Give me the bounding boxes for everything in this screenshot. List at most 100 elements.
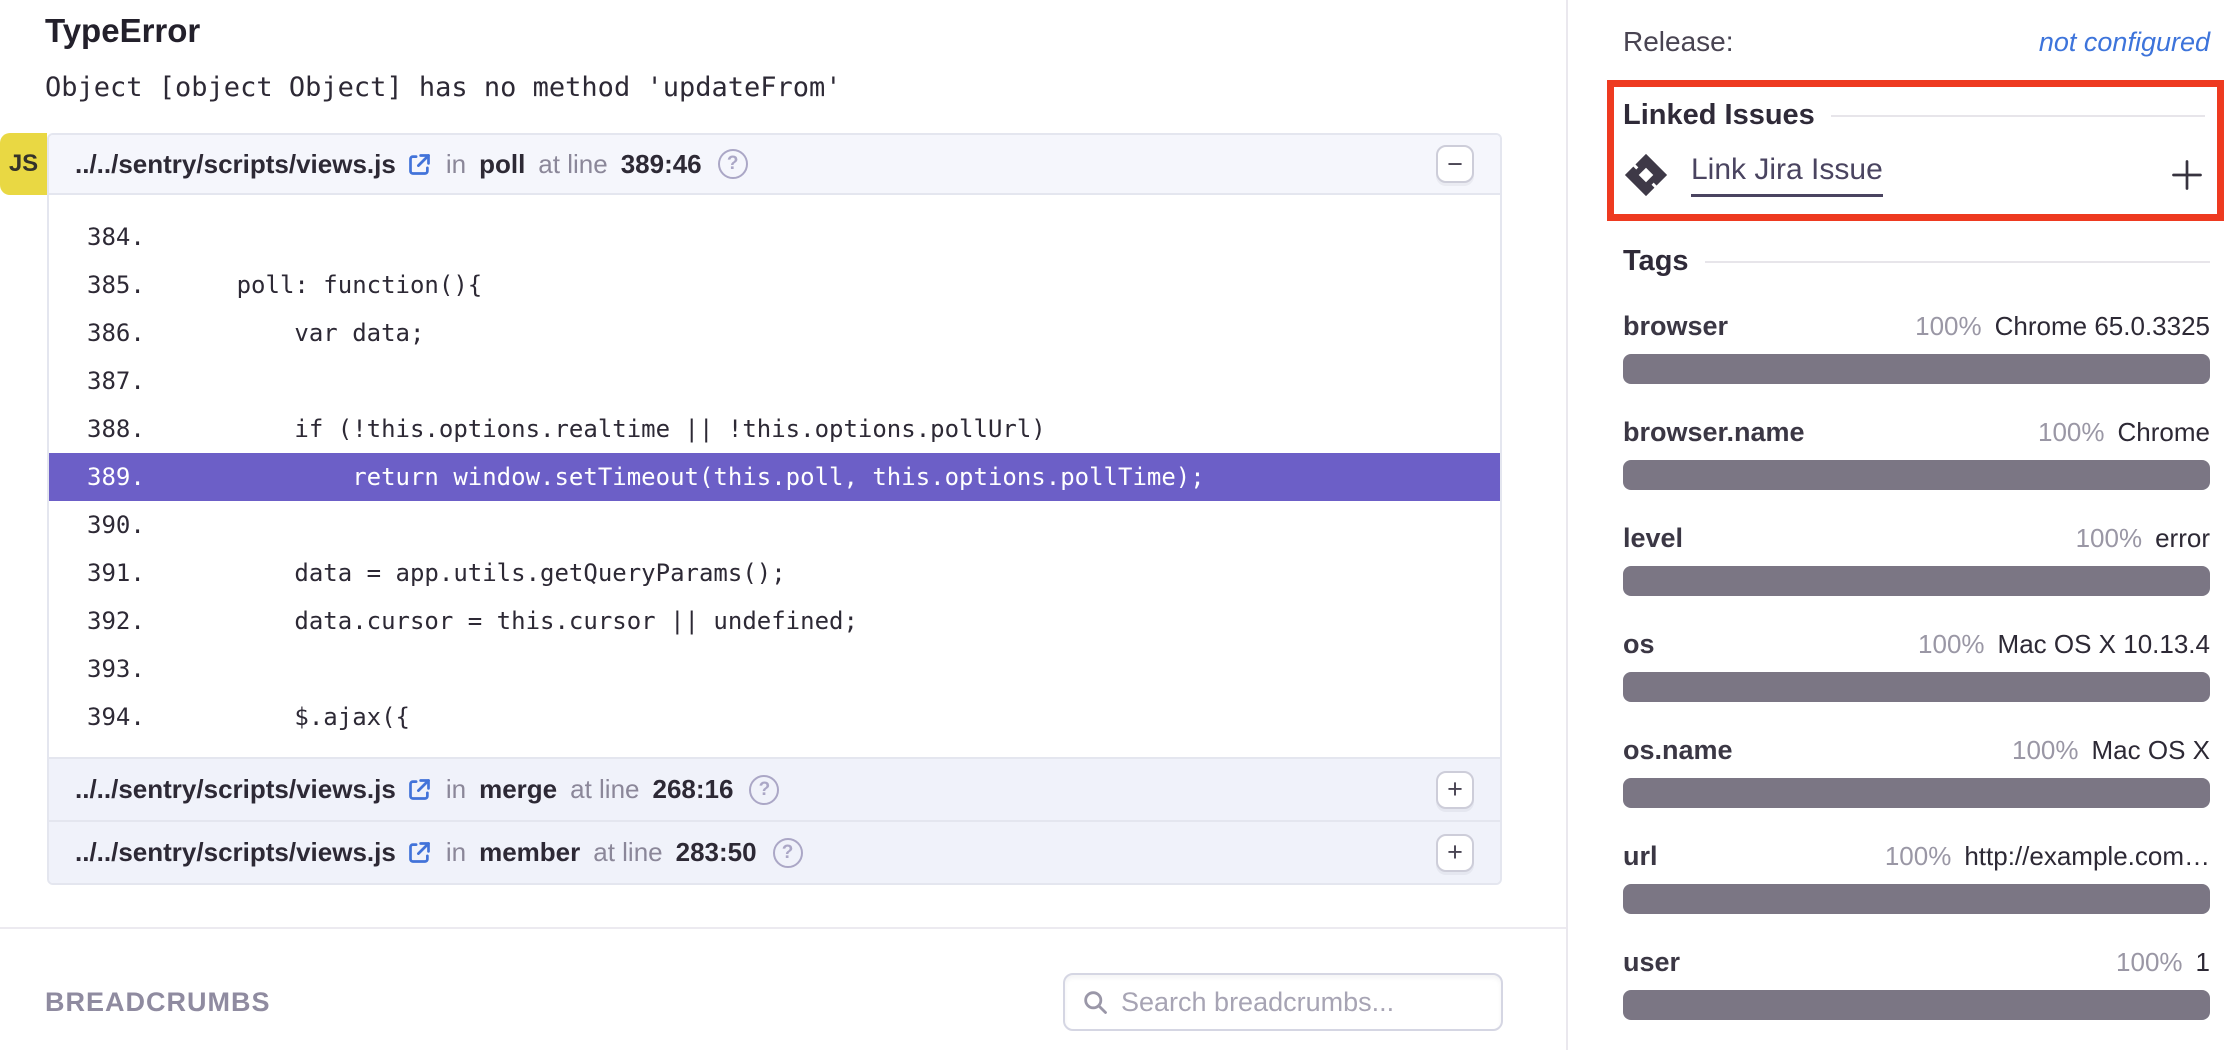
tag-value: Mac OS X [2092,735,2210,766]
breadcrumbs-header: BREADCRUMBS [0,973,1566,1031]
release-label: Release: [1623,26,1734,58]
frame-file-path[interactable]: ../../sentry/scripts/views.js [75,837,396,868]
tag-key[interactable]: url [1623,841,1658,872]
tag-percent: 100% [2116,947,2183,978]
tag-distribution-bar [1623,884,2210,914]
expand-frame-button[interactable]: + [1436,834,1474,872]
code-line-highlighted: 389. return window.setTimeout(this.poll,… [49,453,1500,501]
platform-js-badge: JS [0,133,47,195]
tag-percent: 100% [1918,629,1985,660]
heading-rule [1705,261,2210,263]
heading-rule [1831,115,2205,117]
tag-key[interactable]: browser [1623,311,1728,342]
tag-key[interactable]: level [1623,523,1683,554]
linked-issues-title: Linked Issues [1623,99,1815,132]
frame-line-number: 268:16 [653,774,734,805]
source-context: 384. 385. poll: function(){ 386. var dat… [49,195,1500,757]
tag-value: http://example.com… [1964,841,2210,872]
event-detail-main: TypeError Object [object Object] has no … [0,0,1566,1050]
tag-row-os-name: os.name 100% Mac OS X [1623,735,2210,808]
help-icon[interactable]: ? [773,838,803,868]
tag-row-url: url 100% http://example.com… [1623,841,2210,914]
code-line: 390. [49,501,1500,549]
tag-distribution-bar [1623,990,2210,1020]
tag-percent: 100% [2038,417,2105,448]
tag-percent: 100% [1885,841,1952,872]
expand-frame-button[interactable]: + [1436,771,1474,809]
linked-issues-annotation-box: Linked Issues Link Jira Issue [1607,80,2224,221]
external-link-icon[interactable] [406,151,433,178]
frame-function-name: poll [479,149,525,180]
in-label: in [446,149,466,180]
code-line: 393. [49,645,1500,693]
release-row: Release: not configured [1623,26,2210,58]
frame-file-path[interactable]: ../../sentry/scripts/views.js [75,774,396,805]
tag-key[interactable]: browser.name [1623,417,1805,448]
tags-title: Tags [1623,245,1689,278]
section-divider [0,927,1566,929]
tag-value: error [2155,523,2210,554]
error-message: Object [object Object] has no method 'up… [45,72,1566,103]
breadcrumbs-search-input[interactable] [1121,987,1485,1018]
help-icon[interactable]: ? [718,149,748,179]
frame-function-name: merge [479,774,557,805]
external-link-icon[interactable] [406,776,433,803]
frame-function-name: member [479,837,580,868]
jira-icon [1623,152,1669,198]
code-line: 385. poll: function(){ [49,261,1500,309]
breadcrumbs-title: BREADCRUMBS [45,987,271,1018]
tag-value: Mac OS X 10.13.4 [1998,629,2210,660]
breadcrumbs-search-box[interactable] [1063,973,1503,1031]
frame-line-number: 283:50 [676,837,757,868]
tag-distribution-bar [1623,778,2210,808]
tag-row-browser: browser 100% Chrome 65.0.3325 [1623,311,2210,384]
tag-percent: 100% [1915,311,1982,342]
at-line-label: at line [538,149,607,180]
tag-distribution-bar [1623,566,2210,596]
tag-row-browser-name: browser.name 100% Chrome [1623,417,2210,490]
frame-line-number: 389:46 [621,149,702,180]
code-line: 387. [49,357,1500,405]
tag-distribution-bar [1623,672,2210,702]
error-type-title: TypeError [45,12,1566,50]
code-line: 392. data.cursor = this.cursor || undefi… [49,597,1500,645]
at-line-label: at line [570,774,639,805]
tag-value: Chrome [2118,417,2210,448]
code-line: 384. [49,213,1500,261]
tag-row-level: level 100% error [1623,523,2210,596]
frame-file-path[interactable]: ../../sentry/scripts/views.js [75,149,396,180]
frame-header-member[interactable]: ../../sentry/scripts/views.js in member … [49,820,1500,883]
tag-row-user: user 100% 1 [1623,947,2210,1020]
tag-value: 1 [2196,947,2210,978]
code-line: 394. $.ajax({ [49,693,1500,741]
code-line: 386. var data; [49,309,1500,357]
add-linked-issue-button[interactable] [2169,157,2205,193]
stacktrace: JS ../../sentry/scripts/views.js in poll… [0,133,1566,885]
link-jira-issue-link[interactable]: Link Jira Issue [1691,153,1883,197]
tag-percent: 100% [2076,523,2143,554]
collapse-frame-button[interactable]: − [1436,145,1474,183]
stacktrace-card: ../../sentry/scripts/views.js in poll at… [47,133,1502,885]
tag-distribution-bar [1623,460,2210,490]
code-line: 391. data = app.utils.getQueryParams(); [49,549,1500,597]
tag-distribution-bar [1623,354,2210,384]
tag-key[interactable]: user [1623,947,1680,978]
at-line-label: at line [593,837,662,868]
linked-issues-heading: Linked Issues [1623,99,2205,132]
link-jira-issue-row[interactable]: Link Jira Issue [1623,152,2205,198]
frame-header-poll[interactable]: ../../sentry/scripts/views.js in poll at… [49,135,1500,195]
help-icon[interactable]: ? [749,775,779,805]
tag-key[interactable]: os [1623,629,1655,660]
in-label: in [446,774,466,805]
frame-header-merge[interactable]: ../../sentry/scripts/views.js in merge a… [49,757,1500,820]
release-not-configured-link[interactable]: not configured [2039,27,2210,58]
tag-percent: 100% [2012,735,2079,766]
code-line: 388. if (!this.options.realtime || !this… [49,405,1500,453]
tag-key[interactable]: os.name [1623,735,1733,766]
tags-heading: Tags [1623,245,2210,278]
external-link-icon[interactable] [406,839,433,866]
tag-value: Chrome 65.0.3325 [1995,311,2210,342]
in-label: in [446,837,466,868]
tag-row-os: os 100% Mac OS X 10.13.4 [1623,629,2210,702]
search-icon [1081,988,1109,1016]
